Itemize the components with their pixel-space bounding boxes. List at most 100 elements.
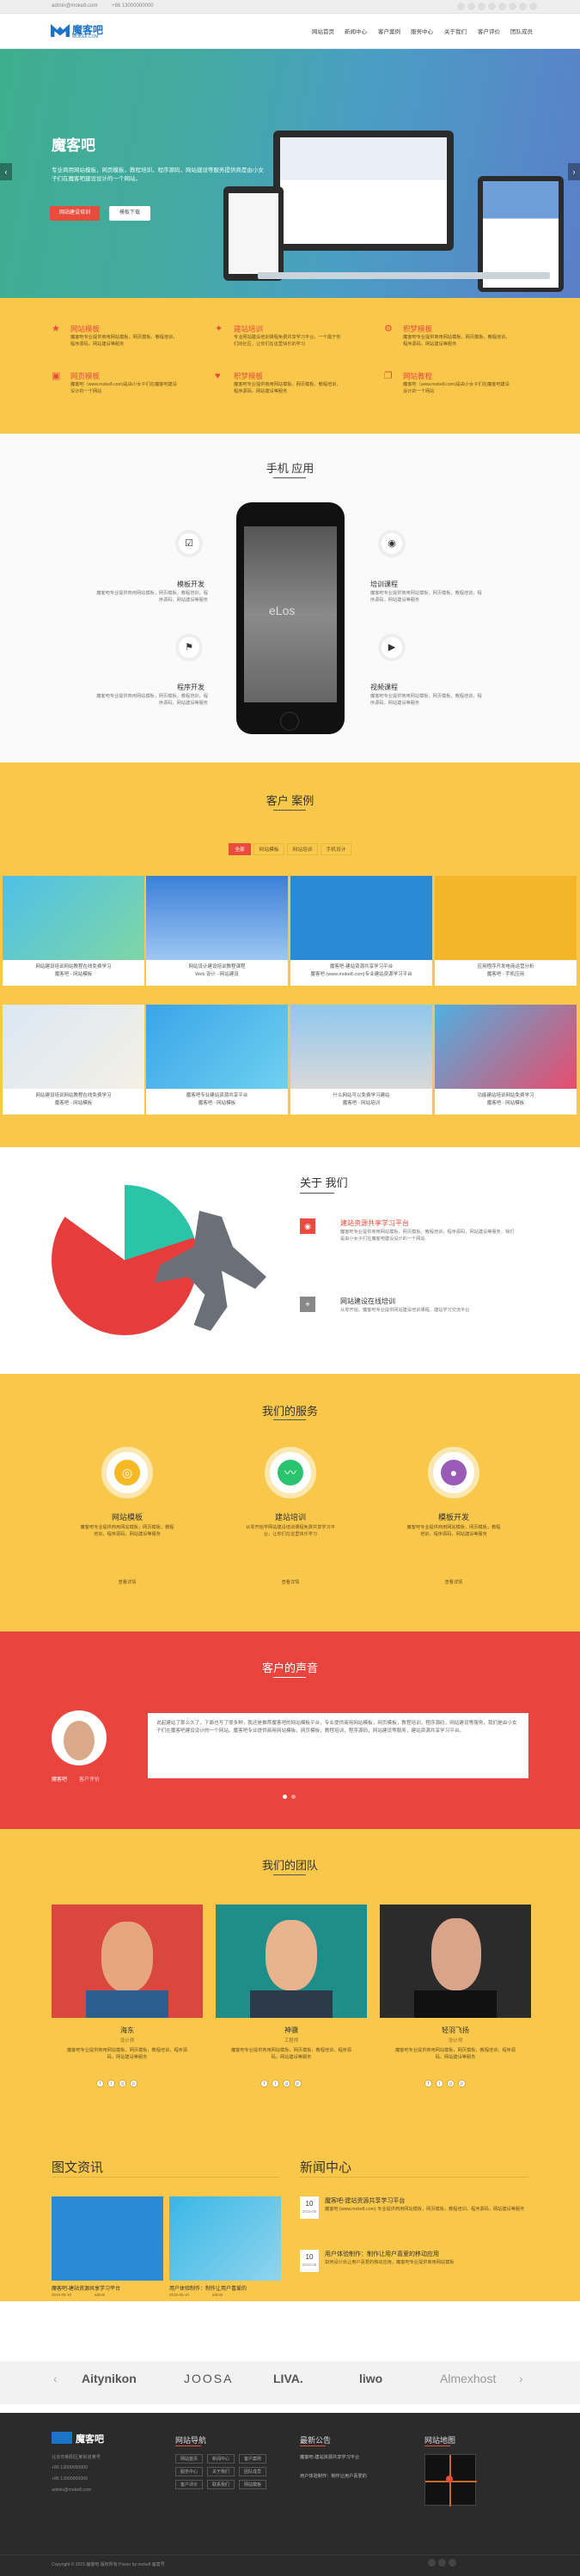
nav-item-about[interactable]: 关于我们 (444, 27, 467, 35)
footer-nav-tag[interactable]: 联系我们 (207, 2480, 235, 2489)
news-title[interactable]: 魔客吧-建站资源共享学习平台 (325, 2196, 405, 2205)
feature-desc: 专业网站建设培训课程免费共享学习平台，一个属于你们的社区，让你们在这里快乐的学习 (234, 335, 341, 347)
case-subtitle: 魔客吧 (www.moke8.com)专业建站资源学习平台 (310, 971, 412, 977)
youtube-icon[interactable] (519, 3, 527, 10)
email-text[interactable]: admin@moke8.com (52, 3, 97, 9)
feature-desc: 魔客吧专业提供商用网站模板，网页模板，教程培训，程序源码，网站建设等服务 (403, 335, 510, 347)
twitter-icon[interactable] (438, 2559, 446, 2567)
tab-templates[interactable]: 网站模板 (253, 843, 284, 855)
heading-underline (273, 1874, 306, 1875)
carousel-dot[interactable] (291, 1795, 296, 1799)
twitter-icon[interactable]: t (436, 2080, 443, 2087)
service-more-link[interactable]: 查看详情 (67, 1579, 187, 1585)
google-plus-icon[interactable]: g (283, 2080, 290, 2087)
google-plus-icon[interactable] (449, 2559, 456, 2567)
pic-news-title[interactable]: 魔客吧-建站资源共享学习平台 (52, 2284, 120, 2292)
google-plus-icon[interactable]: g (447, 2080, 455, 2087)
service-more-link[interactable]: 查看详情 (230, 1579, 351, 1585)
footer-nav-tag[interactable]: 客户案例 (239, 2454, 266, 2464)
team-member-name: 轻羽飞扬 (442, 2026, 469, 2034)
footer-map-image[interactable] (424, 2454, 477, 2506)
gear-icon: ⚙ (384, 324, 393, 334)
news-title[interactable]: 用户体验制作：制作让用户喜爱的移动应用 (325, 2250, 439, 2258)
logo-subtext: MOKE8.COM (72, 34, 99, 39)
service-desc: 魔客吧专业提供商用网站模板，网页模板，教程培训，程序源码，网站建设等服务 (406, 1525, 501, 1537)
slider-next-arrow-icon[interactable]: › (568, 163, 580, 180)
pinterest-icon[interactable]: p (458, 2080, 466, 2087)
tab-all[interactable]: 全部 (229, 843, 251, 855)
pinterest-icon[interactable]: p (130, 2080, 137, 2087)
footer-nav-tag[interactable]: 网站模板 (239, 2480, 266, 2489)
partners-prev-arrow-icon[interactable]: ‹ (53, 2372, 58, 2385)
tab-mobile[interactable]: 手机设计 (321, 843, 351, 855)
nav-item-home[interactable]: 网站首页 (312, 27, 334, 35)
facebook-icon[interactable] (457, 3, 465, 10)
pic-news-title[interactable]: 用户体验制作：制作让用户喜爱的 (169, 2284, 247, 2292)
pinterest-icon[interactable] (498, 3, 506, 10)
heading-underline (273, 810, 306, 811)
facebook-icon[interactable]: f (96, 2080, 104, 2087)
facebook-icon[interactable] (428, 2559, 436, 2567)
carousel-dot[interactable] (283, 1795, 287, 1799)
star-icon: ★ (52, 324, 60, 334)
service-desc: 从零开始学网站建设培训课程免费共享学习平台，让你们在这里快乐学习 (246, 1525, 335, 1537)
twitter-icon[interactable]: t (272, 2080, 279, 2087)
site-logo[interactable]: 魔客吧 MOKE8.COM (51, 21, 106, 40)
partner-logo[interactable]: JOOSA (184, 2372, 233, 2385)
case-title: 魔客吧-建站资源共享学习平台 (329, 964, 394, 969)
partner-logo[interactable]: liwo (359, 2372, 382, 2385)
twitter-icon[interactable]: t (107, 2080, 115, 2087)
feature-title: 网页模板 (70, 372, 101, 380)
heading-underline (273, 477, 306, 478)
feature-title: 网站模板 (70, 325, 101, 333)
partner-logo[interactable]: Almexhost (440, 2372, 496, 2385)
footer-nav-tag[interactable]: 关于我们 (207, 2467, 235, 2476)
footer-nav-tag[interactable]: 网站首页 (175, 2454, 203, 2464)
facebook-icon[interactable]: f (424, 2080, 432, 2087)
footer-nav-tag[interactable]: 服务中心 (175, 2467, 203, 2476)
nav-item-team[interactable]: 团队成员 (510, 27, 533, 35)
linkedin-icon[interactable] (488, 3, 496, 10)
footer-nav-tag[interactable]: 客户评价 (175, 2480, 203, 2489)
pulse-icon: 〰 (278, 1460, 303, 1485)
rss-icon[interactable] (529, 3, 537, 10)
service-circle: 〰 (265, 1447, 316, 1498)
footer-news-item[interactable]: 魔客吧-建站资源共享学习平台 (300, 2454, 359, 2460)
google-plus-icon[interactable] (478, 3, 485, 10)
partner-logo[interactable]: LIVA. (273, 2372, 303, 2385)
nav-item-news[interactable]: 新闻中心 (345, 27, 367, 35)
feature-title: 建站培训 (234, 325, 264, 333)
hero-primary-button[interactable]: 网站建设培训 (50, 206, 100, 221)
app-item-desc: 魔客吧专业提供商用网站模板，网页模板，教程培训，程序源码，网站建设等服务 (96, 591, 208, 603)
news-image[interactable] (169, 2196, 281, 2281)
nav-item-testimonials[interactable]: 客户评价 (478, 27, 500, 35)
facebook-icon[interactable]: f (260, 2080, 268, 2087)
pinterest-icon[interactable]: p (294, 2080, 302, 2087)
news-image[interactable] (52, 2196, 163, 2281)
pic-news-date: 2015-05-10 (52, 2293, 72, 2297)
google-plus-icon[interactable]: g (119, 2080, 126, 2087)
about-item-title: 建站资源共享学习平台 (340, 1219, 409, 1227)
nav-item-services[interactable]: 服务中心 (411, 27, 433, 35)
hero-slider: 魔客吧 专业商用网站模板，网页模板，教程培训，程序源码，网站建设等服务提供商是由… (0, 49, 580, 298)
partner-logo[interactable]: Aitynikon (82, 2372, 137, 2385)
footer-news-item[interactable]: 用户体验制作：制作让用户喜爱的 (300, 2473, 367, 2479)
phone-brand: eLos (269, 604, 296, 617)
testimonial-avatar (52, 1710, 107, 1765)
nav-item-cases[interactable]: 客户案例 (378, 27, 400, 35)
news-day: 10 (305, 2253, 314, 2261)
slider-prev-arrow-icon[interactable]: ‹ (0, 163, 12, 180)
partners-next-arrow-icon[interactable]: › (519, 2372, 523, 2385)
footer-nav-tag[interactable]: 新闻中心 (207, 2454, 235, 2464)
video-icon: ▶ (378, 634, 406, 661)
vimeo-icon[interactable] (509, 3, 516, 10)
service-more-link[interactable]: 查看详情 (394, 1579, 514, 1585)
feature-title: 积梦模板 (234, 372, 264, 380)
copyright-text: Copyright © 2015 魔客吧 版权所有 Power by moke8… (52, 2562, 165, 2567)
footer-nav-tag[interactable]: 团队成员 (239, 2467, 266, 2476)
site-header: 魔客吧 MOKE8.COM 网站首页 新闻中心 客户案例 服务中心 关于我们 客… (0, 14, 580, 49)
footer-logo-text[interactable]: 魔客吧 (76, 2432, 104, 2445)
twitter-icon[interactable] (467, 3, 475, 10)
tab-training[interactable]: 网站培训 (287, 843, 318, 855)
hero-secondary-button[interactable]: 模板下载 (109, 206, 150, 221)
